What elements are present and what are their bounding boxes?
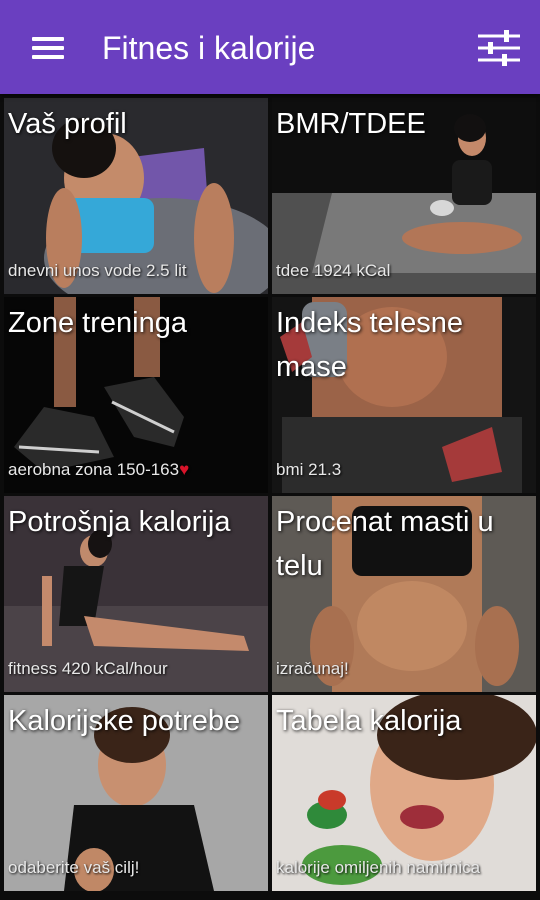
tile-subtitle: odaberite vaš cilj!	[8, 858, 140, 877]
tile-title: Procenat masti u telu	[276, 506, 494, 582]
tile-title: Vaš profil	[8, 108, 127, 140]
tile-title: Kalorijske potrebe	[8, 705, 241, 737]
tile-subtitle-text: aerobna zona 150-163	[8, 460, 180, 479]
sliders-icon	[478, 30, 520, 66]
tile-subtitle: fitness 420 kCal/hour	[8, 659, 168, 678]
tile-subtitle: izračunaj!	[276, 659, 349, 678]
tile-title: BMR/TDEE	[276, 108, 426, 140]
tile-subtitle: tdee 1924 kCal	[276, 261, 391, 280]
tile-subtitle: bmi 21.3	[276, 460, 342, 479]
app-title: Fitnes i kalorije	[102, 30, 316, 66]
tile-calorie-burn[interactable]: Potrošnja kalorija fitness 420 kCal/hour	[4, 496, 268, 692]
tile-calorie-needs[interactable]: Kalorijske potrebe odaberite vaš cilj!	[4, 695, 268, 891]
tile-subtitle: kalorije omiljenih namirnica	[276, 858, 481, 877]
tile-subtitle: dnevni unos vode 2.5 lit	[8, 261, 187, 280]
tile-profile[interactable]: Vaš profil dnevni unos vode 2.5 lit	[4, 98, 268, 294]
tile-subtitle: aerobna zona 150-163♥	[8, 459, 264, 481]
settings-button[interactable]	[470, 24, 528, 72]
menu-button[interactable]	[22, 27, 72, 67]
feature-grid: Vaš profil dnevni unos vode 2.5 lit BMR/…	[0, 94, 540, 900]
tile-calorie-table[interactable]: Tabela kalorija kalorije omiljenih namir…	[272, 695, 536, 891]
tile-body-fat[interactable]: Procenat masti u telu izračunaj!	[272, 496, 536, 692]
tile-title: Tabela kalorija	[276, 705, 462, 737]
tile-bmi[interactable]: Indeks telesne mase bmi 21.3	[272, 297, 536, 493]
tile-training-zones[interactable]: Zone treninga aerobna zona 150-163♥	[4, 297, 268, 493]
tile-bmr-tdee[interactable]: BMR/TDEE tdee 1924 kCal	[272, 98, 536, 294]
app-bar: Fitnes i kalorije	[0, 0, 540, 94]
heart-icon: ♥	[179, 460, 190, 479]
tile-title: Indeks telesne mase	[276, 307, 464, 383]
tile-title: Zone treninga	[8, 307, 187, 339]
tile-title: Potrošnja kalorija	[8, 506, 231, 538]
